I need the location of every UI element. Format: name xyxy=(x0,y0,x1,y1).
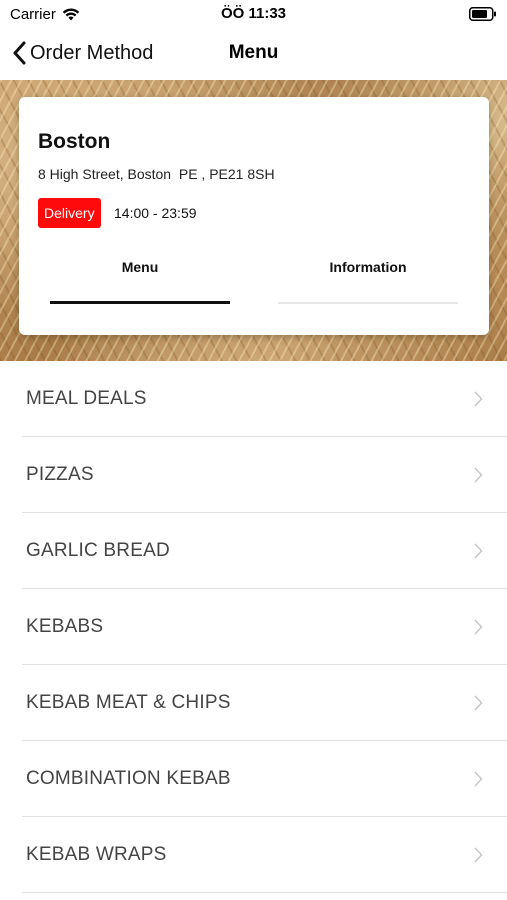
menu-category-label: GARLIC BREAD xyxy=(26,540,170,561)
menu-category-row[interactable]: MEAL DEALS xyxy=(0,361,507,437)
menu-category-row[interactable]: KEBAB MEAT & CHIPS xyxy=(0,665,507,741)
page-title: Menu xyxy=(228,42,279,63)
navigation-bar: Order Method Menu xyxy=(0,28,507,80)
menu-category-label: PIZZAS xyxy=(26,464,94,485)
chevron-right-icon xyxy=(474,391,483,407)
status-time: ÖÖ 11:33 xyxy=(220,5,287,22)
tab-menu[interactable]: Menu xyxy=(50,259,230,275)
chevron-right-icon xyxy=(474,619,483,635)
menu-category-row[interactable]: GARLIC BREAD xyxy=(0,513,507,589)
menu-category-row[interactable]: KEBABS xyxy=(0,589,507,665)
tab-menu-indicator xyxy=(50,301,230,304)
chevron-right-icon xyxy=(474,543,483,559)
battery-icon xyxy=(469,7,496,21)
menu-category-label: KEBAB WRAPS xyxy=(26,844,167,865)
status-bar: Carrier ÖÖ 11:33 xyxy=(0,0,507,28)
chevron-right-icon xyxy=(474,847,483,863)
chevron-right-icon xyxy=(474,467,483,483)
menu-category-row[interactable]: COMBINATION KEBAB xyxy=(0,741,507,817)
menu-category-row[interactable]: KEBAB WRAPS xyxy=(0,817,507,893)
menu-category-label: KEBABS xyxy=(26,616,104,637)
chevron-right-icon xyxy=(474,695,483,711)
tab-information[interactable]: Information xyxy=(278,259,458,275)
delivery-badge: Delivery xyxy=(38,198,101,228)
menu-category-label: KEBAB MEAT & CHIPS xyxy=(26,692,231,713)
menu-category-label: MEAL DEALS xyxy=(26,388,147,409)
opening-hours: 14:00 - 23:59 xyxy=(114,205,197,221)
menu-category-list: MEAL DEALS PIZZAS GARLIC BREAD KEBABS KE… xyxy=(0,361,507,893)
tab-information-indicator xyxy=(278,302,458,304)
chevron-right-icon xyxy=(474,771,483,787)
store-name: Boston xyxy=(38,130,111,153)
menu-category-row[interactable]: PIZZAS xyxy=(0,437,507,513)
menu-category-label: COMBINATION KEBAB xyxy=(26,768,231,789)
store-address: 8 High Street, Boston PE , PE21 8SH xyxy=(38,166,275,182)
row-divider xyxy=(22,892,507,893)
store-info-card: Boston 8 High Street, Boston PE , PE21 8… xyxy=(19,97,489,335)
